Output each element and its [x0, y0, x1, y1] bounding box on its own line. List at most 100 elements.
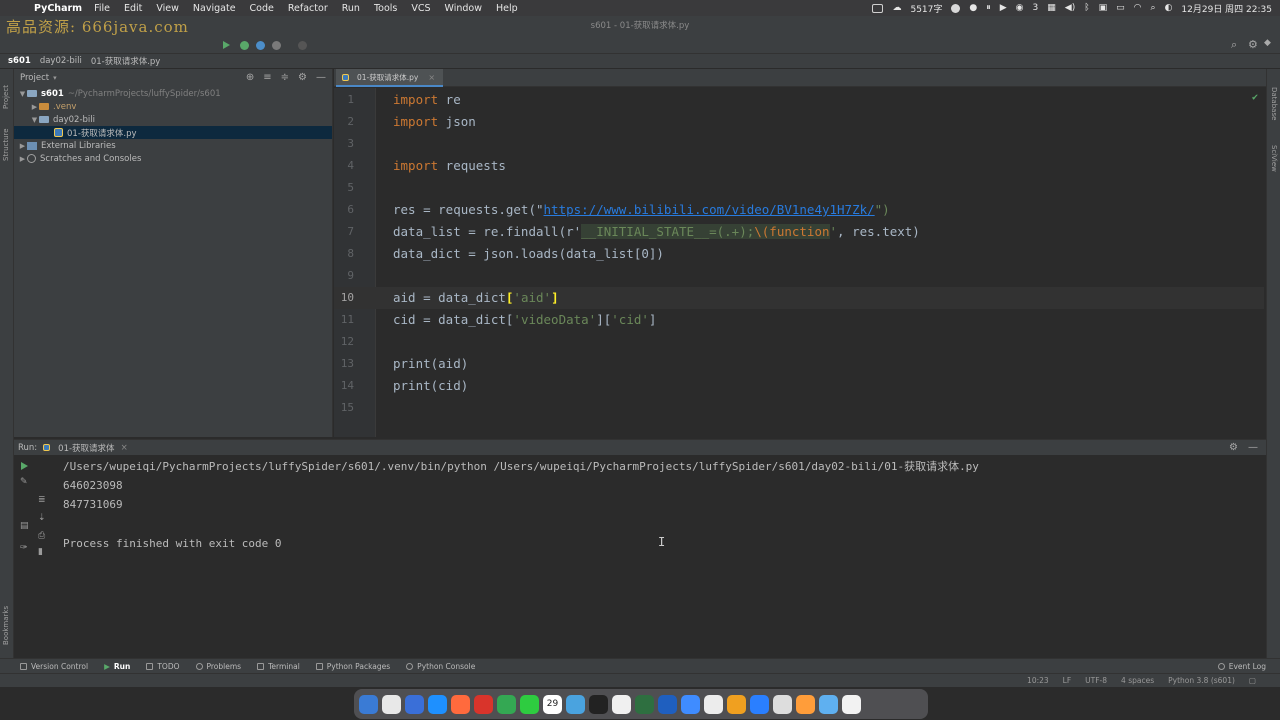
jetbrains-logo-icon[interactable]: ◆	[1264, 38, 1271, 48]
dock-app-icon[interactable]	[704, 694, 723, 714]
menu-refactor[interactable]: Refactor	[288, 3, 328, 14]
run-settings-gear-icon[interactable]: ⚙	[1229, 442, 1238, 453]
tree-item-project-root[interactable]: ▼ s601 ~/PycharmProjects/luffySpider/s60…	[14, 87, 332, 100]
tool-event-log[interactable]: Event Log	[1217, 662, 1266, 671]
breadcrumb-file[interactable]: 01-获取请求体.py	[91, 55, 161, 67]
scroll-to-end-icon[interactable]: ⇣	[38, 513, 46, 523]
close-icon[interactable]: ×	[121, 443, 128, 453]
caret-position[interactable]: 10:23	[1027, 676, 1049, 685]
options-gear-icon[interactable]: ⚙	[298, 72, 307, 83]
dock-app-icon[interactable]	[589, 694, 608, 714]
menu-run[interactable]: Run	[342, 3, 360, 14]
menu-code[interactable]: Code	[250, 3, 274, 14]
stop-icon[interactable]	[298, 41, 307, 50]
screen-record-icon[interactable]	[872, 3, 884, 13]
dock-app-icon[interactable]	[382, 694, 401, 714]
url-link[interactable]: https://www.bilibili.com/video/BV1ne4y1H…	[544, 202, 875, 217]
print-icon[interactable]: ⎙	[38, 531, 45, 541]
project-view-selector[interactable]: Project	[20, 73, 49, 83]
dock-app-icon[interactable]	[405, 694, 424, 714]
close-icon[interactable]: ×	[428, 73, 435, 82]
collapse-arrow-icon[interactable]: ▶	[18, 155, 27, 163]
tree-item-external-libraries[interactable]: ▶ External Libraries	[14, 139, 332, 152]
mic-icon[interactable]: ●	[969, 3, 977, 13]
dock-app-icon[interactable]	[428, 694, 447, 714]
dock-app-icon[interactable]	[796, 694, 815, 714]
expand-all-icon[interactable]: ≡	[263, 72, 271, 83]
dock-app-icon[interactable]	[773, 694, 792, 714]
tool-terminal[interactable]: Terminal	[257, 662, 300, 671]
wifi-icon[interactable]: ◠	[1134, 3, 1142, 13]
cloud-icon[interactable]: ☁	[892, 3, 901, 13]
dock-app-icon[interactable]	[497, 694, 516, 714]
run-config-tab[interactable]: 01-获取请求体 ×	[43, 442, 128, 454]
dock-app-icon[interactable]	[520, 694, 539, 714]
dock-app-icon[interactable]	[612, 694, 631, 714]
menu-view[interactable]: View	[156, 3, 179, 14]
layout-icon[interactable]: ▤	[20, 521, 29, 531]
pin-icon[interactable]: ✑	[20, 543, 28, 553]
tree-item-python-file[interactable]: 01-获取请求体.py	[14, 126, 332, 139]
volume-icon[interactable]: ◀)	[1065, 3, 1075, 13]
debug-icon[interactable]	[240, 41, 249, 50]
collapse-arrow-icon[interactable]: ▶	[18, 142, 27, 150]
menu-file[interactable]: File	[94, 3, 110, 14]
soft-wrap-icon[interactable]: ≣	[38, 495, 46, 505]
locate-icon[interactable]: ⊕	[246, 72, 254, 83]
file-encoding[interactable]: UTF-8	[1085, 676, 1107, 685]
dock-app-icon[interactable]	[359, 694, 378, 714]
dock-app-icon[interactable]	[635, 694, 654, 714]
tree-item-venv[interactable]: ▶ .venv	[14, 100, 332, 113]
dock-app-icon[interactable]	[566, 694, 585, 714]
app-menu[interactable]: PyCharm	[34, 3, 82, 14]
battery-icon[interactable]: ▭	[1116, 3, 1125, 13]
dock-app-icon[interactable]	[842, 694, 861, 714]
pause-icon[interactable]: ⏸	[986, 3, 991, 13]
tool-python-console[interactable]: Python Console	[406, 662, 475, 671]
profile-icon[interactable]	[272, 41, 281, 50]
chat-icon[interactable]: ◉	[1016, 3, 1024, 13]
dock-app-icon[interactable]	[819, 694, 838, 714]
database-tool-button[interactable]: Database	[1270, 87, 1278, 120]
dock-app-icon[interactable]	[750, 694, 769, 714]
trash-icon[interactable]: ▮	[38, 547, 43, 557]
expand-arrow-icon[interactable]: ▼	[18, 90, 27, 98]
structure-tool-button[interactable]: Structure	[2, 128, 10, 161]
project-tool-button[interactable]: Project	[2, 85, 10, 109]
menu-tools[interactable]: Tools	[374, 3, 397, 14]
dock-calendar-icon[interactable]: 29	[543, 694, 562, 714]
toggle-icon[interactable]: ▣	[1099, 3, 1108, 13]
tool-python-packages[interactable]: Python Packages	[315, 662, 390, 671]
grid-icon[interactable]: ▦	[1047, 3, 1056, 13]
menu-help[interactable]: Help	[496, 3, 518, 14]
bluetooth-icon[interactable]: ᛒ	[1084, 3, 1089, 13]
control-center-icon[interactable]: ◐	[1165, 3, 1173, 13]
rerun-icon[interactable]	[21, 462, 28, 470]
spotlight-icon[interactable]: ⌕	[1151, 3, 1156, 13]
breadcrumb-folder[interactable]: day02-bili	[40, 56, 82, 66]
chevron-down-icon[interactable]: ▾	[53, 74, 57, 82]
clock-datetime[interactable]: 12月29日 周四 22:35	[1181, 2, 1272, 15]
search-everywhere-icon[interactable]: ⌕	[1231, 38, 1237, 52]
dock-app-icon[interactable]	[727, 694, 746, 714]
settings-gear-icon[interactable]: ⚙	[1248, 38, 1258, 51]
run-console[interactable]: /Users/wupeiqi/PycharmProjects/luffySpid…	[54, 455, 1266, 658]
run-icon[interactable]	[223, 41, 230, 49]
expand-arrow-icon[interactable]: ▼	[30, 116, 39, 124]
lock-icon[interactable]: ▢	[1249, 676, 1256, 685]
wrench-icon[interactable]: ✎	[20, 477, 28, 487]
dock-app-icon[interactable]	[451, 694, 470, 714]
coverage-icon[interactable]	[256, 41, 265, 50]
hide-panel-icon[interactable]: —	[1248, 442, 1258, 453]
code-editor[interactable]: ✔ 1 import re 2 import json 3 4 import r…	[334, 88, 1266, 437]
collapse-arrow-icon[interactable]: ▶	[30, 103, 39, 111]
tool-todo[interactable]: TODO	[146, 662, 180, 671]
tool-version-control[interactable]: Version Control	[20, 662, 88, 671]
tool-run[interactable]: ▶ Run	[104, 662, 130, 671]
dock-app-icon[interactable]	[658, 694, 677, 714]
editor-tab-file[interactable]: 01-获取请求体.py ×	[336, 69, 444, 87]
hide-panel-icon[interactable]: —	[316, 72, 326, 83]
tree-item-scratches[interactable]: ▶ Scratches and Consoles	[14, 152, 332, 165]
collapse-all-icon[interactable]: ≑	[281, 72, 289, 83]
tool-problems[interactable]: Problems	[195, 662, 241, 671]
